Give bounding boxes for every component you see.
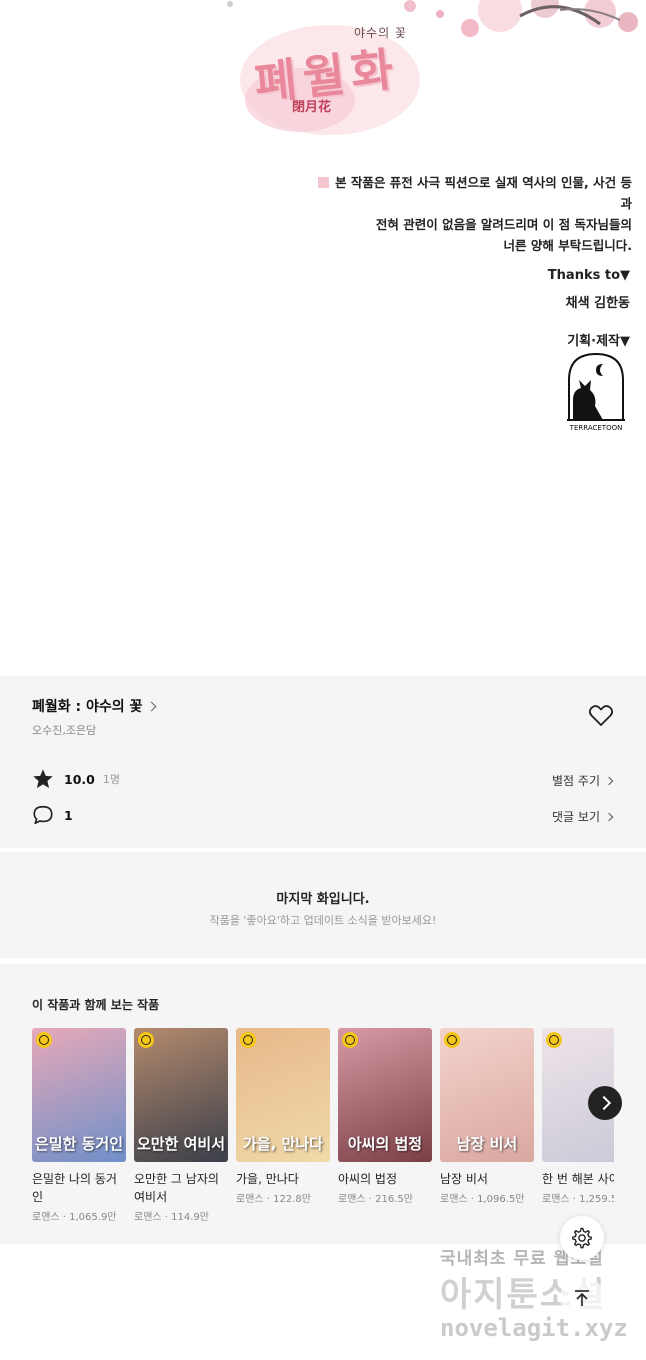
recommendation-card[interactable]: 은밀한 동거인 은밀한 나의 동거인 로맨스 · 1,065.9만 — [32, 1028, 126, 1223]
view-comments-label: 댓글 보기 — [552, 810, 600, 824]
cover-title: 오만한 여비서 — [136, 1135, 226, 1153]
recommendation-carousel[interactable]: 은밀한 동거인 은밀한 나의 동거인 로맨스 · 1,065.9만 오만한 여비… — [32, 1028, 614, 1238]
card-meta: 로맨스 · 1,065.9만 — [32, 1212, 117, 1223]
rating-count: 1명 — [102, 773, 120, 786]
work-authors[interactable]: 오수진,조은담 — [32, 722, 96, 738]
watermark-line-2: 아지툰소설 — [440, 1275, 607, 1315]
last-episode-subtitle: 작품을 '좋아요'하고 업데이트 소식을 받아보세요! — [209, 914, 437, 927]
scroll-top-button[interactable] — [560, 1276, 604, 1320]
settings-button[interactable] — [560, 1216, 604, 1260]
logo-hanja: 閉月花 — [292, 100, 332, 115]
cover-thumbnail[interactable]: 은밀한 동거인 — [32, 1028, 126, 1162]
card-title: 은밀한 나의 동거인 — [32, 1172, 117, 1204]
chevron-right-icon — [146, 701, 157, 711]
studio-name: TERRACETOON — [569, 424, 623, 432]
view-comments-button[interactable]: 댓글 보기 — [552, 808, 614, 825]
card-title: 한 번 해본 사이 — [542, 1172, 614, 1186]
star-icon — [33, 769, 53, 788]
cover-title: 아씨의 법정 — [347, 1135, 423, 1153]
watermark-line-1: 국내최초 무료 웹소설 — [440, 1249, 604, 1269]
recommendation-card[interactable]: 오만한 여비서 오만한 그 남자의 여비서 로맨스 · 114.9만 — [134, 1028, 228, 1223]
rate-label: 별점 주기 — [552, 774, 600, 788]
chevron-right-icon — [604, 776, 614, 785]
thanks-name: 채색 김한동 — [565, 296, 630, 311]
card-title: 오만한 그 남자의 여비서 — [134, 1172, 219, 1204]
comment-row: 1 — [32, 804, 73, 826]
clock-icon — [342, 1032, 358, 1048]
work-info: 폐월화 : 야수의 꽃 오수진,조은담 10.0 1명 별점 주기 1 댓글 보… — [0, 676, 646, 848]
recommendation-card[interactable]: 남장 비서 남장 비서 로맨스 · 1,096.5만 — [440, 1028, 534, 1205]
card-meta: 로맨스 · 114.9만 — [134, 1212, 209, 1223]
recommendation-card[interactable]: 가을, 만나다 가을, 만나다 로맨스 · 122.8만 — [236, 1028, 330, 1205]
rate-button[interactable]: 별점 주기 — [552, 772, 614, 789]
notice-line-3: 너른 양해 부탁드립니다. — [503, 238, 632, 253]
notice-line-1: 본 작품은 퓨전 사극 픽션으로 실재 역사의 인물, 사건 등과 — [335, 175, 632, 211]
card-meta: 로맨스 · 122.8만 — [236, 1194, 311, 1205]
card-title: 남장 비서 — [440, 1172, 488, 1186]
card-meta: 로맨스 · 1,096.5만 — [440, 1194, 525, 1205]
rating-row: 10.0 1명 — [32, 768, 120, 790]
cover-title: 은밀한 동거인 — [34, 1135, 124, 1153]
card-title: 아씨의 법정 — [338, 1172, 398, 1186]
card-meta: 로맨스 · 216.5만 — [338, 1194, 413, 1205]
comment-icon — [33, 805, 53, 825]
clock-icon — [444, 1032, 460, 1048]
cover-thumbnail[interactable]: 아씨의 법정 — [338, 1028, 432, 1162]
cover-thumbnail[interactable]: 가을, 만나다 — [236, 1028, 330, 1162]
card-meta: 로맨스 · 1,259.5만 — [542, 1194, 614, 1205]
watermark-line-3: novelagit.xyz — [440, 1314, 628, 1342]
thanks-label: Thanks to▼ — [547, 268, 630, 283]
comic-panel: 야수의 꽃 폐월화 閉月花 본 작품은 퓨전 사극 픽션으로 실재 역사의 인물… — [0, 0, 646, 676]
card-title: 가을, 만나다 — [236, 1172, 299, 1186]
clock-icon — [36, 1032, 52, 1048]
recommendations: 이 작품과 함께 보는 작품 은밀한 동거인 은밀한 나의 동거인 로맨스 · … — [0, 964, 646, 1244]
carousel-next-button[interactable] — [588, 1086, 622, 1120]
work-title: 폐월화 : 야수의 꽃 — [32, 699, 143, 715]
disclaimer-notice: 본 작품은 퓨전 사극 픽션으로 실재 역사의 인물, 사건 등과 전혀 관련이… — [312, 172, 632, 256]
cover-title: 가을, 만나다 — [243, 1135, 323, 1153]
work-title-link[interactable]: 폐월화 : 야수의 꽃 — [32, 696, 157, 716]
cover-title: 남장 비서 — [456, 1135, 518, 1153]
chevron-right-icon — [604, 812, 614, 821]
notice-line-2: 전혀 관련이 없음을 알려드리며 이 점 독자님들의 — [375, 217, 632, 232]
gear-icon — [572, 1227, 592, 1249]
cover-thumbnail[interactable]: 오만한 여비서 — [134, 1028, 228, 1162]
rating-value: 10.0 — [64, 771, 95, 787]
pink-square-icon — [318, 177, 330, 188]
arrow-up-icon — [575, 1290, 589, 1306]
site-watermark: 국내최초 무료 웹소설 아지툰소설 novelagit.xyz — [440, 1244, 640, 1342]
studio-cat-logo: TERRACETOON — [567, 352, 625, 432]
cover-thumbnail[interactable]: 남장 비서 — [440, 1028, 534, 1162]
clock-icon — [138, 1032, 154, 1048]
clock-icon — [240, 1032, 256, 1048]
last-episode-banner: 마지막 화입니다. 작품을 '좋아요'하고 업데이트 소식을 받아보세요! — [0, 852, 646, 958]
clock-icon — [546, 1032, 562, 1048]
last-episode-title: 마지막 화입니다. — [276, 892, 370, 907]
production-label: 기획·제작▼ — [567, 334, 630, 349]
heart-icon[interactable] — [588, 704, 614, 728]
comment-count: 1 — [64, 807, 73, 823]
recommendations-title: 이 작품과 함께 보는 작품 — [32, 998, 160, 1012]
recommendation-card[interactable]: 아씨의 법정 아씨의 법정 로맨스 · 216.5만 — [338, 1028, 432, 1205]
